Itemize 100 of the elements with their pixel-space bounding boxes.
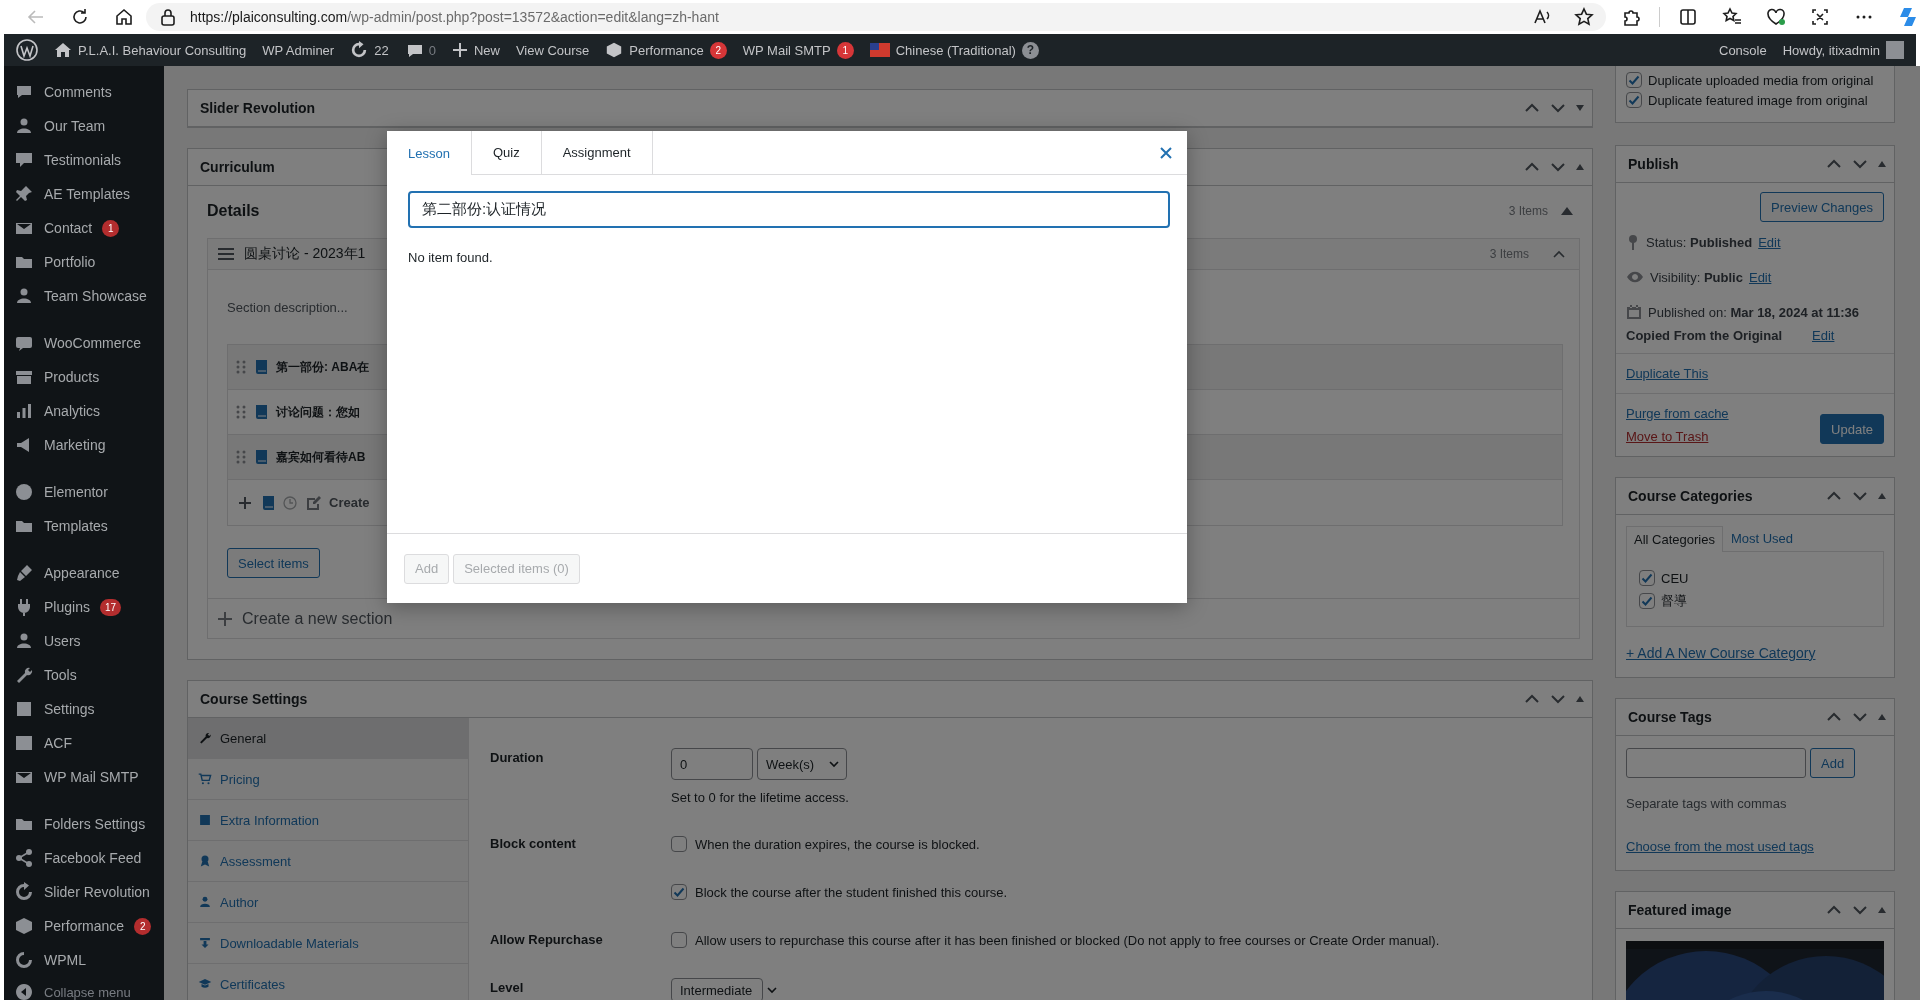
section-title: 圆桌讨论 - 2023年1 [244, 245, 366, 263]
sidebar-item[interactable]: Tools [4, 658, 164, 692]
sidebar-item[interactable]: WP Mail SMTP [4, 760, 164, 794]
sidebar-item[interactable]: Performance 2 [4, 909, 164, 943]
option-label: Allow users to repurchase this course after it has been finished or blocked (Do not apply to free courses or Create Order manual). [695, 932, 1440, 948]
hint-text: Separate tags with commas [1626, 796, 1788, 811]
toolbar-item[interactable]: WP Adminer [254, 42, 343, 58]
cap-icon [198, 977, 212, 991]
modal-tab[interactable]: Quiz [471, 131, 542, 174]
sidebar-item[interactable]: Slider Revolution [4, 875, 164, 909]
checkbox[interactable] [1639, 593, 1655, 609]
clock-icon[interactable] [283, 495, 297, 510]
sidebar-item[interactable]: Settings [4, 692, 164, 726]
sidebar-item[interactable]: Users [4, 624, 164, 658]
edit-icon[interactable] [305, 494, 321, 511]
new-section-field[interactable]: Create a new section [242, 609, 542, 628]
toolbar-item[interactable]: Performance 2 [597, 41, 735, 59]
caret-up-icon[interactable] [1560, 206, 1574, 216]
category-tab[interactable]: All Categories [1626, 526, 1723, 552]
sidebar-item[interactable]: Appearance [4, 556, 164, 590]
screenshot-icon[interactable] [1810, 7, 1830, 27]
sidebar-item[interactable]: Products [4, 360, 164, 394]
split-screen-icon[interactable] [1678, 7, 1698, 27]
plus-icon[interactable] [218, 611, 232, 626]
sidebar-item[interactable]: Plugins 17 [4, 590, 164, 624]
checkbox[interactable] [1626, 72, 1642, 88]
item-count: 3 Items [1508, 204, 1548, 218]
home-icon[interactable] [114, 7, 134, 27]
toolbar-item[interactable]: Console [1711, 42, 1775, 58]
wrench-icon [198, 731, 212, 745]
logo-icon[interactable] [16, 39, 38, 61]
sidebar-item[interactable]: AE Templates [4, 177, 164, 211]
settings-tab[interactable]: General [188, 718, 468, 759]
sidebar-item[interactable]: WooCommerce [4, 326, 164, 360]
close-icon[interactable] [1159, 145, 1173, 160]
help-badge[interactable]: ? [1021, 41, 1039, 59]
modal-tab[interactable]: Assignment [541, 131, 653, 174]
star-icon[interactable] [1574, 7, 1594, 27]
checkbox[interactable] [1626, 92, 1642, 108]
eye-icon [1626, 270, 1644, 284]
pin-icon [1626, 234, 1640, 250]
unit-select[interactable]: Week(s) [757, 748, 848, 780]
box-title: Slider Revolution [200, 100, 317, 116]
sidebar-item[interactable]: Facebook Feed [4, 841, 164, 875]
book-icon [261, 494, 275, 511]
copied-text: Copied From the Original [1626, 327, 1782, 343]
pin-icon [14, 184, 34, 204]
sidebar-item[interactable]: Elementor [4, 475, 164, 509]
sidebar-item[interactable]: Marketing [4, 428, 164, 462]
favorites-icon[interactable] [1722, 7, 1742, 27]
book-icon [254, 404, 268, 420]
toolbar-item[interactable]: 22 [342, 41, 397, 59]
checkbox[interactable] [671, 836, 687, 852]
person-icon [14, 286, 34, 306]
sidebar-item[interactable]: Portfolio [4, 245, 164, 279]
sidebar-item[interactable]: Team Showcase [4, 279, 164, 313]
tag-field[interactable] [1626, 748, 1806, 778]
award-icon [198, 854, 212, 868]
details-heading: Details [207, 202, 260, 220]
sidebar-item[interactable]: WPML [4, 943, 164, 977]
sidebar-item[interactable]: ACF [4, 726, 164, 760]
drag-handle-icon[interactable] [236, 404, 246, 420]
field-label: Duration [490, 749, 545, 767]
search-field[interactable]: 第二部份:认证情况 [408, 191, 1170, 228]
category-label: 督導 [1661, 592, 1687, 610]
toolbar-item[interactable]: Howdy, itixadmin [1774, 41, 1912, 59]
heart-icon[interactable] [1766, 7, 1786, 27]
collapse-menu-button[interactable]: Collapse menu [4, 982, 164, 1000]
sidebar-item[interactable]: Contact 1 [4, 211, 164, 245]
option-label: Block the course after the student finished this course. [695, 884, 1008, 900]
toolbar-item[interactable]: WP Mail SMTP 1 [734, 41, 862, 59]
sidebar-item[interactable]: Our Team [4, 109, 164, 143]
reload-icon[interactable] [70, 7, 90, 27]
circle-icon [14, 482, 34, 502]
toolbar-item[interactable]: View Course [507, 42, 598, 58]
drag-handle-icon[interactable] [236, 359, 246, 375]
drag-handle-icon[interactable] [218, 248, 234, 260]
toolbar-item[interactable]: 0 [396, 41, 444, 59]
count-badge: 2 [134, 917, 152, 935]
sidebar-item[interactable]: Analytics [4, 394, 164, 428]
toolbar-item[interactable]: P.L.A.I. Behaviour Consulting [46, 41, 255, 59]
modal-tab[interactable]: Lesson [387, 131, 472, 175]
item-count: 3 Items [1489, 247, 1529, 261]
drag-handle-icon[interactable] [236, 449, 246, 465]
checkbox[interactable] [671, 884, 687, 900]
sidebar-item[interactable]: Testimonials [4, 143, 164, 177]
duration-field[interactable]: 0 [671, 748, 753, 780]
toolbar-item[interactable]: New [443, 42, 508, 58]
sidebar-item[interactable]: Templates [4, 509, 164, 543]
sidebar-item[interactable]: Comments [4, 75, 164, 109]
checkbox[interactable] [1639, 570, 1655, 586]
sidebar-item[interactable]: Folders Settings [4, 807, 164, 841]
download-icon [198, 936, 212, 950]
lock-icon[interactable] [160, 8, 176, 26]
toolbar-item[interactable]: Chinese (Traditional) ? [861, 41, 1047, 59]
option-label: When the duration expires, the course is blocked. [695, 836, 980, 852]
extension-icon[interactable] [1621, 7, 1641, 27]
count-badge: 2 [709, 41, 727, 59]
checkbox[interactable] [671, 932, 687, 948]
plus-icon[interactable] [239, 496, 251, 509]
